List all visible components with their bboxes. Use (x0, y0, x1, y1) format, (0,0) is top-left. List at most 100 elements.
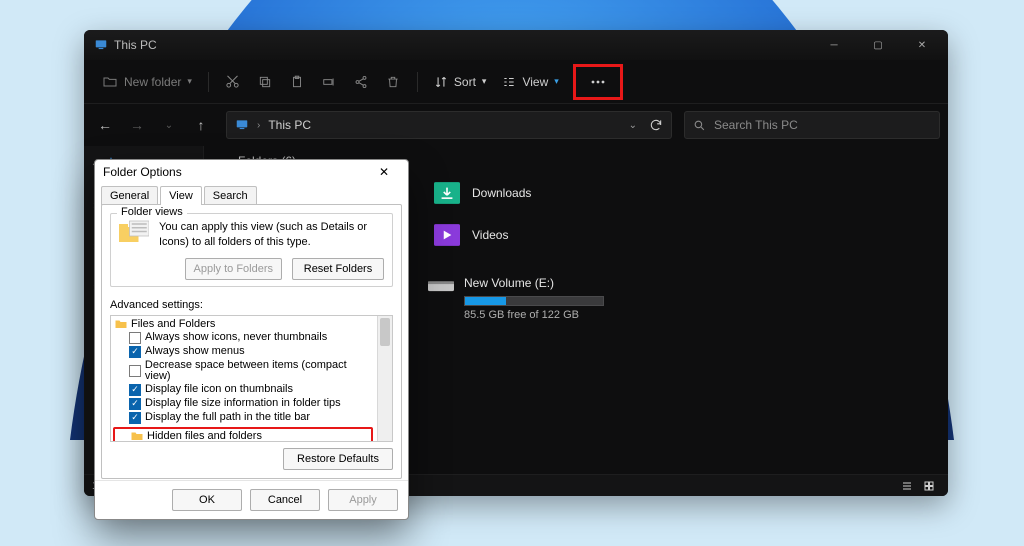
chevron-down-icon: ▾ (482, 76, 487, 87)
advanced-settings-label: Advanced settings: (110, 299, 393, 311)
share-icon (354, 75, 368, 89)
view-icon (502, 75, 516, 89)
new-folder-button[interactable]: New folder ▾ (94, 74, 200, 90)
details-view-button[interactable] (896, 477, 918, 495)
tiles-icon (923, 480, 935, 492)
copy-icon (258, 75, 272, 89)
titlebar: This PC ─ ▢ ✕ (84, 30, 948, 60)
more-icon (591, 80, 605, 84)
forward-button[interactable]: → (124, 112, 150, 138)
drive-icon (428, 274, 454, 292)
drive-e[interactable]: New Volume (E:) 85.5 GB free of 122 GB (428, 274, 612, 321)
chevron-down-icon[interactable]: ⌄ (629, 120, 637, 131)
folder-videos[interactable]: Videos (428, 220, 612, 250)
this-pc-icon (235, 118, 249, 132)
minimize-button[interactable]: ─ (812, 30, 856, 60)
refresh-icon[interactable] (649, 118, 663, 132)
separator (208, 72, 209, 92)
folder-views-icon (119, 220, 149, 246)
opt-decrease-space[interactable]: Decrease space between items (compact vi… (113, 359, 373, 383)
dialog-titlebar: Folder Options ✕ (95, 160, 408, 184)
cut-icon (225, 74, 240, 89)
tab-view[interactable]: View (160, 186, 202, 205)
this-pc-icon (94, 38, 108, 52)
search-box[interactable]: Search This PC (684, 111, 940, 139)
drive-usage-bar (464, 296, 604, 306)
checkbox[interactable]: ✓ (129, 346, 141, 358)
checkbox[interactable]: ✓ (129, 384, 141, 396)
opt-display-icon-thumb[interactable]: ✓Display file icon on thumbnails (113, 383, 373, 397)
opt-display-full-path[interactable]: ✓Display the full path in the title bar (113, 411, 373, 425)
dialog-title: Folder Options (103, 165, 182, 179)
annotation-see-more-highlight (573, 64, 623, 100)
rename-button[interactable] (313, 66, 345, 98)
trash-icon (386, 75, 400, 89)
search-placeholder: Search This PC (714, 118, 798, 132)
folder-downloads[interactable]: Downloads (428, 178, 612, 208)
rename-icon (322, 75, 336, 89)
command-bar: New folder ▾ Sort ▾ View ▾ (84, 60, 948, 104)
apply-button[interactable]: Apply (328, 489, 398, 511)
new-folder-icon (102, 74, 118, 90)
paste-button[interactable] (281, 66, 313, 98)
tree-group-hidden-files[interactable]: Hidden files and folders (115, 430, 371, 442)
cut-button[interactable] (217, 66, 249, 98)
back-button[interactable]: ← (92, 112, 118, 138)
sort-label: Sort (454, 75, 476, 89)
copy-button[interactable] (249, 66, 281, 98)
apply-to-folders-button[interactable]: Apply to Folders (185, 258, 282, 280)
paste-icon (290, 75, 304, 89)
chevron-down-icon: ▾ (187, 76, 192, 87)
address-bar[interactable]: › This PC ⌄ (226, 111, 672, 139)
maximize-button[interactable]: ▢ (856, 30, 900, 60)
share-button[interactable] (345, 66, 377, 98)
large-icons-view-button[interactable] (918, 477, 940, 495)
up-button[interactable]: ↑ (188, 112, 214, 138)
breadcrumb[interactable]: This PC (268, 118, 311, 132)
checkbox[interactable] (129, 365, 141, 377)
scrollbar-thumb[interactable] (380, 318, 390, 346)
close-button[interactable]: ✕ (900, 30, 944, 60)
opt-always-show-icons[interactable]: Always show icons, never thumbnails (113, 331, 373, 345)
see-more-button[interactable] (578, 69, 618, 95)
search-icon (693, 119, 706, 132)
checkbox[interactable] (129, 332, 141, 344)
downloads-icon (434, 182, 460, 204)
dialog-close-button[interactable]: ✕ (368, 160, 400, 184)
tree-group-files-and-folders[interactable]: Files and Folders (113, 318, 373, 331)
new-folder-label: New folder (124, 75, 181, 89)
window-title: This PC (114, 38, 157, 52)
sort-button[interactable]: Sort ▾ (426, 75, 495, 89)
group-title: Folder views (117, 206, 187, 218)
ok-button[interactable]: OK (172, 489, 242, 511)
checkbox[interactable]: ✓ (129, 412, 141, 424)
folder-views-text: You can apply this view (such as Details… (159, 220, 384, 250)
opt-always-show-menus[interactable]: ✓Always show menus (113, 345, 373, 359)
chevron-down-icon: ▾ (554, 76, 559, 87)
delete-button[interactable] (377, 66, 409, 98)
sort-icon (434, 75, 448, 89)
restore-defaults-button[interactable]: Restore Defaults (283, 448, 393, 470)
opt-display-size-tips[interactable]: ✓Display file size information in folder… (113, 397, 373, 411)
folder-options-dialog: Folder Options ✕ General View Search Fol… (94, 159, 409, 520)
folder-icon (115, 319, 127, 329)
cancel-button[interactable]: Cancel (250, 489, 320, 511)
view-label: View (522, 75, 548, 89)
view-button[interactable]: View ▾ (494, 75, 566, 89)
tab-general[interactable]: General (101, 186, 158, 205)
folder-views-group: Folder views You can apply this view (su… (110, 213, 393, 287)
checkbox[interactable]: ✓ (129, 398, 141, 410)
separator (417, 72, 418, 92)
folder-icon (131, 431, 143, 441)
annotation-hidden-files-highlight: Hidden files and folders Don't show hidd… (113, 427, 373, 442)
advanced-settings-tree[interactable]: Files and Folders Always show icons, nev… (110, 315, 393, 442)
scrollbar[interactable] (377, 316, 392, 441)
videos-icon (434, 224, 460, 246)
reset-folders-button[interactable]: Reset Folders (292, 258, 384, 280)
tab-search[interactable]: Search (204, 186, 257, 205)
drive-free-label: 85.5 GB free of 122 GB (464, 309, 612, 321)
navigation-row: ← → ⌄ ↑ › This PC ⌄ Search This PC (84, 104, 948, 146)
details-icon (901, 480, 913, 492)
chevron-right-icon: › (257, 120, 260, 131)
recent-locations-button[interactable]: ⌄ (156, 112, 182, 138)
